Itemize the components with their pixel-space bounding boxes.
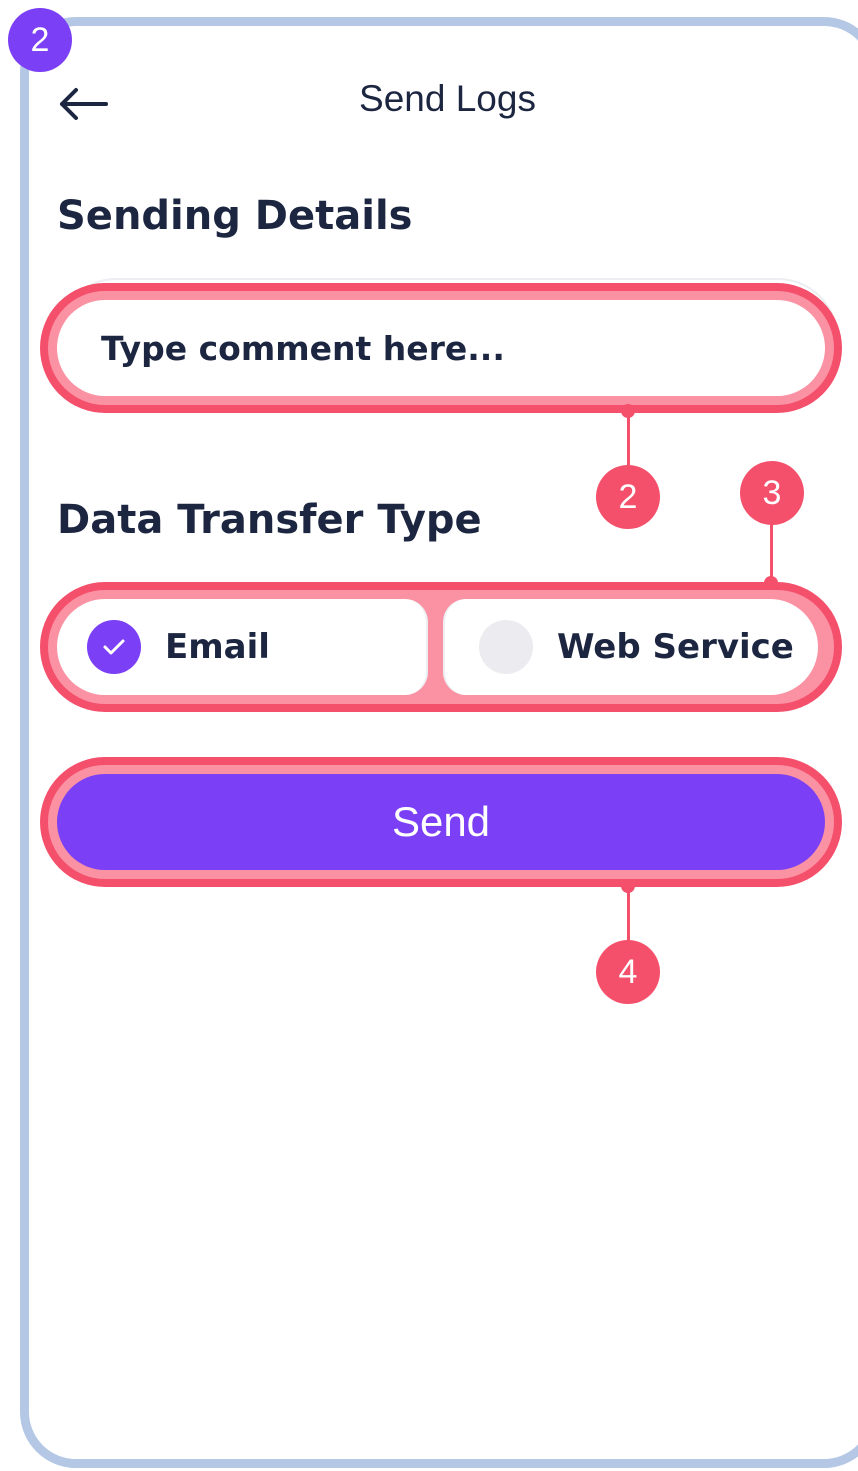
annotation-marker-4: 4	[596, 940, 660, 1004]
transfer-type-selector: Email Web Service	[57, 599, 825, 695]
check-icon	[103, 639, 125, 655]
data-transfer-heading: Data Transfer Type	[57, 497, 482, 543]
page-title: Send Logs	[359, 78, 536, 119]
send-button[interactable]: Send	[57, 774, 825, 870]
option-email-label: Email	[165, 627, 270, 667]
comment-input[interactable]: Type comment here...	[57, 300, 825, 396]
option-email[interactable]: Email	[57, 599, 428, 695]
radio-checked[interactable]	[87, 620, 141, 674]
transfer-type-highlight: Email Web Service	[40, 582, 842, 712]
comment-highlight: Type comment here...	[40, 283, 842, 413]
annotation-line	[627, 886, 630, 946]
annotation-marker-2: 2	[596, 465, 660, 529]
sending-details-heading: Sending Details	[57, 193, 413, 239]
annotation-marker-3: 3	[740, 461, 804, 525]
option-web-service-label: Web Service	[557, 627, 794, 667]
screen-number-badge: 2	[8, 8, 72, 72]
radio-unchecked[interactable]	[479, 620, 533, 674]
annotation-line	[770, 522, 773, 580]
option-web-service[interactable]: Web Service	[443, 599, 818, 695]
send-highlight: Send	[40, 757, 842, 887]
annotation-line	[627, 411, 630, 471]
